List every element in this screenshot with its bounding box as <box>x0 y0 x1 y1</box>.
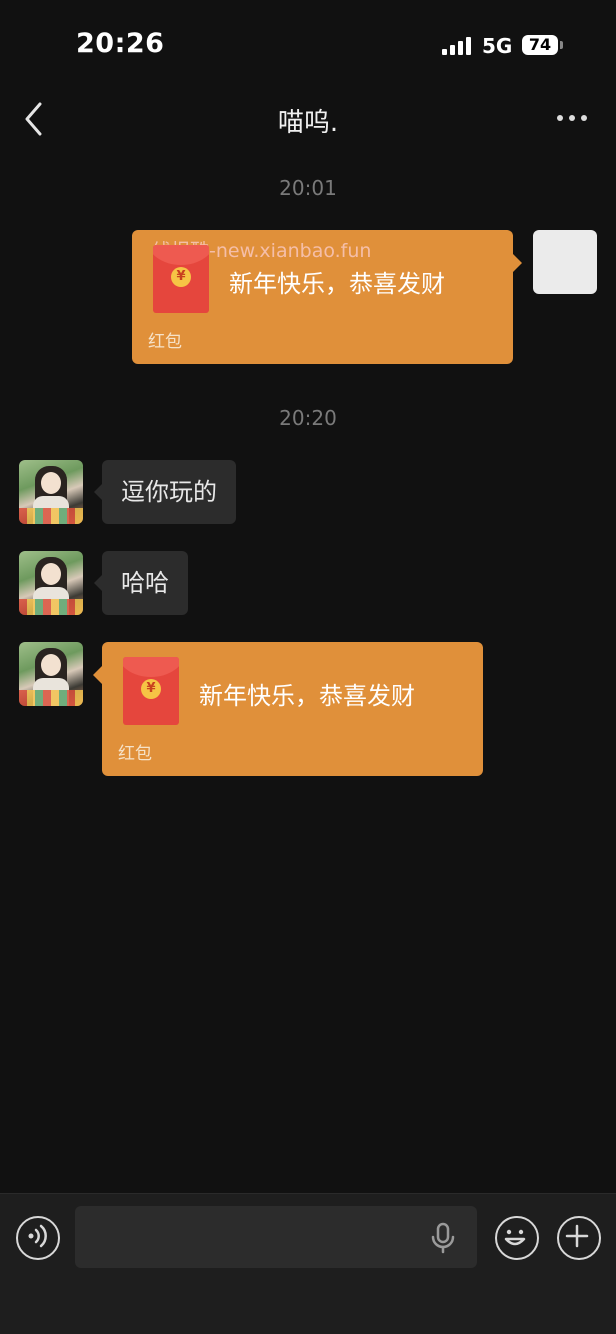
packet-type-label: 红包 <box>148 332 182 352</box>
coin-icon: ¥ <box>171 267 191 287</box>
coin-icon: ¥ <box>141 679 161 699</box>
contact-avatar[interactable] <box>19 642 83 706</box>
packet-type-label: 红包 <box>118 744 152 764</box>
status-time: 20:26 <box>76 28 165 59</box>
avatar-foreground <box>19 690 83 706</box>
timestamp: 20:20 <box>279 406 337 430</box>
envelope-flap <box>153 245 209 265</box>
avatar-foreground <box>19 508 83 524</box>
emoji-button[interactable] <box>495 1216 539 1260</box>
microphone-button[interactable] <box>430 1222 456 1254</box>
more-dot <box>569 115 575 121</box>
avatar-face <box>41 472 61 494</box>
contact-avatar[interactable] <box>19 551 83 615</box>
received-red-packet[interactable]: ¥ 新年快乐，恭喜发财 红包 <box>93 642 483 776</box>
voice-icon <box>28 1224 47 1247</box>
contact-avatar[interactable] <box>19 460 83 524</box>
more-dot <box>581 115 587 121</box>
plus-icon <box>565 1224 588 1247</box>
chat-title: 喵呜. <box>277 108 339 138</box>
message-bubble[interactable]: 哈哈 <box>94 551 188 615</box>
microphone-icon <box>431 1222 455 1254</box>
sent-red-packet[interactable]: 线报酷-new.xianbao.fun ¥ 新年快乐，恭喜发财 红包 <box>132 230 522 364</box>
more-button[interactable] <box>552 108 592 128</box>
self-avatar[interactable] <box>533 230 597 294</box>
battery-icon: 74 <box>522 35 558 55</box>
red-envelope-icon: ¥ <box>123 657 179 725</box>
network-label: 5G <box>482 34 513 58</box>
emoji-icon <box>504 1229 525 1245</box>
signal-icon <box>442 37 474 55</box>
timestamp: 20:01 <box>279 176 337 200</box>
red-envelope-icon: ¥ <box>153 245 209 313</box>
avatar-face <box>41 563 61 585</box>
voice-button[interactable] <box>16 1216 60 1260</box>
avatar-face <box>41 654 61 676</box>
message-bubble[interactable]: 逗你玩的 <box>94 460 236 524</box>
packet-message: 新年快乐，恭喜发财 <box>229 270 445 298</box>
chat-screen: 20:26 5G 74 喵呜. 20:01 线报酷-new.xianbao.fu… <box>0 0 616 1334</box>
message-input[interactable] <box>75 1206 477 1268</box>
more-horizontal-icon <box>557 115 563 121</box>
input-bar <box>0 1193 616 1334</box>
packet-message: 新年快乐，恭喜发财 <box>199 682 415 710</box>
avatar-foreground <box>19 599 83 615</box>
battery-tip <box>560 41 563 49</box>
plus-button[interactable] <box>557 1216 601 1260</box>
envelope-flap <box>123 657 179 677</box>
